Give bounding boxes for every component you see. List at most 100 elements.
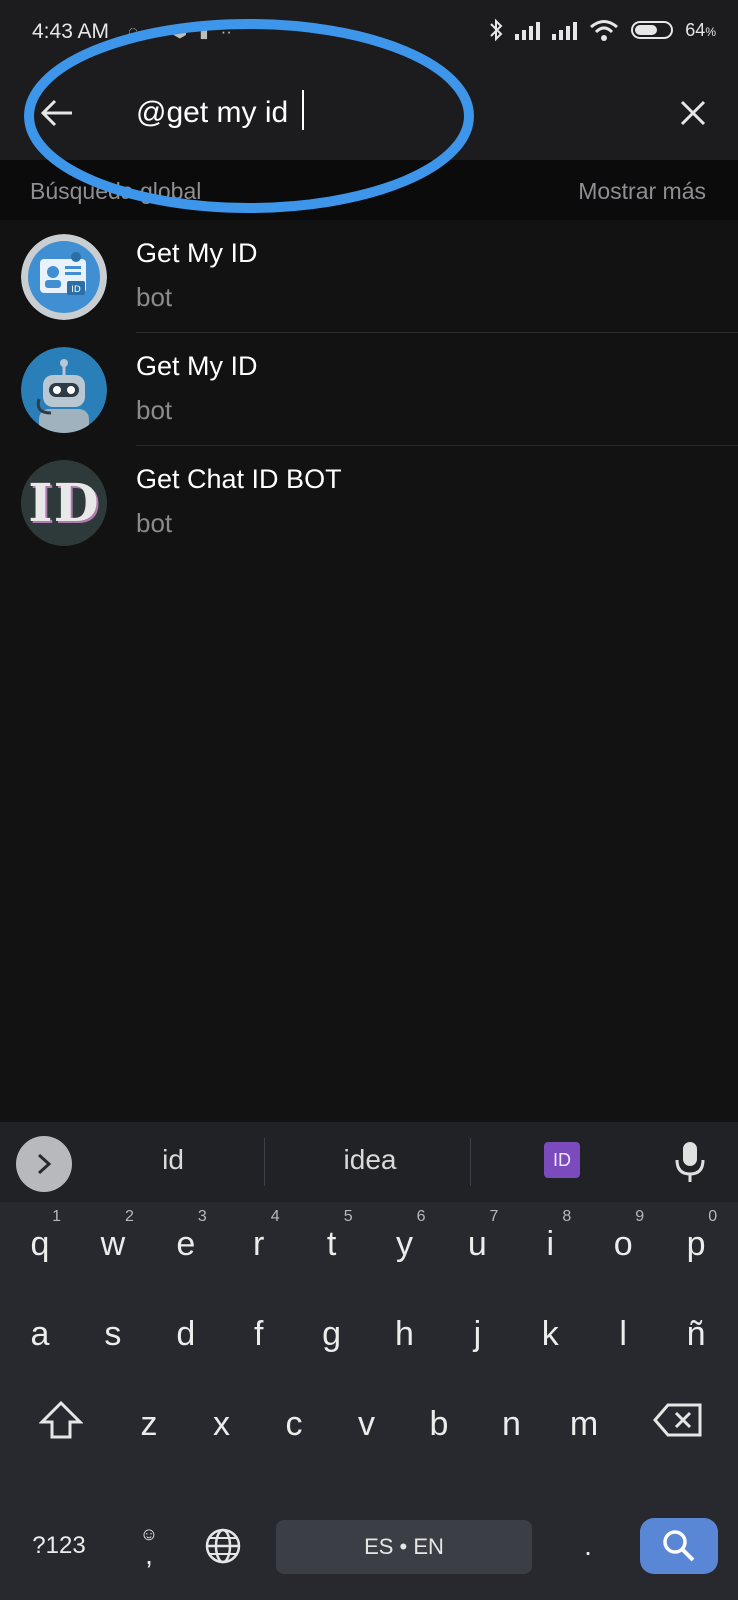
symbols-key[interactable]: ?123 [24, 1506, 94, 1586]
key-label: e [176, 1224, 196, 1263]
key-y[interactable]: y6 [374, 1204, 436, 1284]
key-z[interactable]: z [118, 1384, 180, 1464]
divider [470, 1138, 471, 1186]
period-key[interactable]: . [566, 1506, 610, 1586]
id-text-avatar: ID [21, 460, 107, 546]
id-card-icon: ID [21, 234, 107, 320]
cell-signal-2-icon [552, 20, 578, 40]
battery-icon [631, 21, 674, 39]
key-a[interactable]: a [9, 1294, 71, 1374]
arrow-left-icon [40, 99, 72, 127]
key-k[interactable]: k [519, 1294, 581, 1374]
back-button[interactable] [32, 88, 82, 138]
text-cursor [302, 90, 304, 130]
robot-icon [21, 347, 107, 433]
backspace-icon [653, 1403, 702, 1437]
search-key[interactable] [640, 1518, 718, 1574]
result-item[interactable]: ID Get My ID bot [0, 220, 738, 333]
globe-icon [205, 1528, 241, 1564]
key-o[interactable]: o9 [592, 1204, 654, 1284]
key-g[interactable]: g [301, 1294, 363, 1374]
status-bar: 4:43 AM ◌ ◔ ⬢ ▮ ·· 64% [0, 0, 738, 68]
id-emoji-suggestion[interactable]: ID [544, 1142, 580, 1178]
search-input[interactable] [136, 88, 636, 138]
clear-search-button[interactable] [668, 88, 718, 138]
section-title: Búsqueda global [30, 178, 202, 204]
notification-icon: ◌ [128, 22, 139, 41]
key-h[interactable]: h [374, 1294, 436, 1374]
key-number-hint: 4 [270, 1208, 280, 1225]
key-p[interactable]: p0 [665, 1204, 727, 1284]
suggestion-bar: id idea ID [0, 1122, 738, 1202]
svg-text:ID: ID [71, 285, 81, 295]
key-s[interactable]: s [82, 1294, 144, 1374]
key-u[interactable]: u7 [446, 1204, 508, 1284]
key-v[interactable]: v [336, 1384, 398, 1464]
chevron-right-icon [37, 1153, 52, 1175]
key-number-hint: 1 [52, 1208, 61, 1225]
result-title: Get My ID [136, 351, 258, 381]
key-number-hint: 3 [197, 1208, 207, 1225]
key-n[interactable]: n [481, 1384, 543, 1464]
search-icon [663, 1530, 695, 1562]
key-label: t [326, 1224, 337, 1263]
search-bar [0, 68, 738, 160]
notification-icons: ◌ ◔ ⬢ ▮ ·· [128, 22, 232, 42]
key-ñ[interactable]: ñ [665, 1294, 727, 1374]
key-number-hint: 2 [124, 1208, 134, 1225]
show-more-link[interactable]: Mostrar más [578, 178, 706, 205]
status-time: 4:43 AM [32, 20, 110, 43]
key-i[interactable]: i8 [519, 1204, 581, 1284]
key-number-hint: 5 [343, 1208, 353, 1225]
key-q[interactable]: q1 [9, 1204, 71, 1284]
suggestion-item[interactable]: idea [320, 1144, 420, 1176]
expand-toolbar-button[interactable] [16, 1136, 72, 1192]
microphone-icon[interactable] [672, 1140, 708, 1184]
result-subtitle: bot [136, 395, 173, 425]
key-d[interactable]: d [155, 1294, 217, 1374]
language-key[interactable] [198, 1506, 248, 1586]
global-search-header: Búsqueda global Mostrar más [0, 160, 738, 220]
key-label: y [396, 1224, 413, 1263]
key-w[interactable]: w2 [82, 1204, 144, 1284]
backspace-key[interactable] [638, 1380, 718, 1460]
key-x[interactable]: x [191, 1384, 253, 1464]
key-label: u [467, 1224, 487, 1263]
notification-icon: ◔ [150, 22, 161, 41]
signal-small-icon: ▮ [199, 22, 209, 41]
key-label: w [100, 1224, 126, 1263]
key-r[interactable]: r4 [228, 1204, 290, 1284]
space-key[interactable]: ES • EN [276, 1520, 532, 1574]
key-c[interactable]: c [263, 1384, 325, 1464]
key-m[interactable]: m [553, 1384, 615, 1464]
key-number-hint: 6 [416, 1208, 426, 1225]
key-number-hint: 0 [708, 1208, 718, 1225]
shift-key[interactable] [24, 1380, 98, 1460]
key-number-hint: 9 [635, 1208, 645, 1225]
battery-percent: 64% [685, 19, 716, 40]
result-title: Get My ID [136, 238, 258, 268]
keyboard: id idea ID q1w2e3r4t5y6u7i8o9p0 asdfghjk… [0, 1122, 738, 1600]
key-f[interactable]: f [228, 1294, 290, 1374]
key-label: q [30, 1224, 50, 1263]
suggestion-item[interactable]: id [140, 1144, 206, 1176]
comma-key[interactable]: ☺ , [126, 1506, 172, 1586]
key-j[interactable]: j [446, 1294, 508, 1374]
key-label: p [686, 1224, 706, 1263]
key-label: r [253, 1224, 265, 1263]
close-icon [680, 100, 706, 126]
key-number-hint: 7 [489, 1208, 499, 1225]
key-t[interactable]: t5 [301, 1204, 363, 1284]
key-l[interactable]: l [592, 1294, 654, 1374]
shift-icon [39, 1400, 83, 1439]
key-e[interactable]: e3 [155, 1204, 217, 1284]
result-title: Get Chat ID BOT [136, 464, 342, 494]
cell-signal-icon [515, 20, 541, 40]
result-item[interactable]: ID Get Chat ID BOT bot [0, 446, 738, 559]
status-right: 64% [489, 18, 716, 42]
wifi-icon [590, 20, 619, 41]
bluetooth-icon [490, 18, 503, 42]
key-b[interactable]: b [408, 1384, 470, 1464]
result-item[interactable]: Get My ID bot [0, 333, 738, 446]
search-results: ID Get My ID bot Get My ID bot ID Get Ch… [0, 220, 738, 559]
